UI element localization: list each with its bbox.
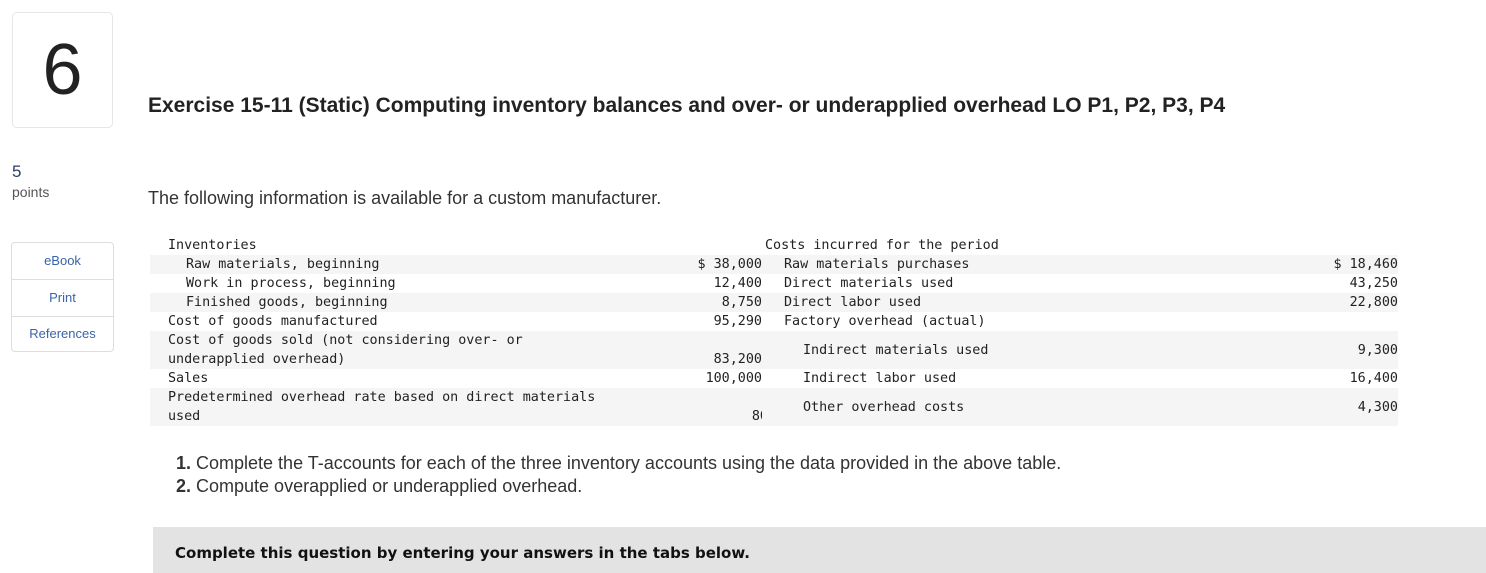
references-button[interactable]: References — [12, 317, 113, 351]
tools-panel: eBook Print References — [11, 242, 114, 352]
row-value: 9,300 — [1300, 331, 1398, 369]
inventories-header: Inventories — [168, 238, 257, 253]
answer-tabs-banner: Complete this question by entering your … — [153, 527, 1486, 573]
question-number: 6 — [12, 12, 113, 128]
row-value: 16,400 — [1349, 371, 1398, 386]
step-2: 2. Compute overapplied or underapplied o… — [176, 476, 583, 496]
row-label: Indirect labor used — [803, 371, 957, 386]
row-label: Indirect materials used — [762, 331, 1300, 369]
row-label: Raw materials, beginning — [150, 255, 650, 274]
print-button[interactable]: Print — [12, 280, 113, 317]
row-label: Cost of goods sold (not considering over… — [150, 331, 650, 369]
row-label: Work in process, beginning — [186, 276, 396, 291]
row-label: Sales — [168, 371, 209, 386]
costs-header: Costs incurred for the period — [765, 238, 999, 253]
exercise-title: Exercise 15-11 (Static) Computing invent… — [148, 94, 1226, 117]
row-value: 22,800 — [1300, 293, 1398, 312]
row-value — [1300, 312, 1398, 331]
row-value: 8,750 — [650, 293, 762, 312]
row-label: Finished goods, beginning — [150, 293, 650, 312]
intro-text: The following information is available f… — [148, 188, 662, 208]
row-value: 80% — [650, 388, 776, 426]
ebook-button[interactable]: eBook — [12, 243, 113, 280]
row-value: 83,200 — [650, 331, 762, 369]
row-label: Predetermined overhead rate based on dir… — [150, 388, 650, 426]
row-value: 43,250 — [1349, 276, 1398, 291]
row-label: Factory overhead (actual) — [784, 314, 986, 329]
row-value: $ 18,460 — [1300, 255, 1398, 274]
row-label: Direct labor used — [762, 293, 1300, 312]
points-value: 5 — [12, 162, 22, 181]
points-label: points — [12, 184, 50, 200]
row-value: 100,000 — [705, 371, 762, 386]
points: 5 points — [12, 162, 49, 200]
row-label: Other overhead costs — [762, 388, 1300, 426]
instructions-list: 1. Complete the T-accounts for each of t… — [176, 452, 1061, 498]
row-value: $ 38,000 — [650, 255, 762, 274]
step-1: 1. Complete the T-accounts for each of t… — [176, 453, 1062, 473]
row-label: Direct materials used — [784, 276, 954, 291]
instruction-text: Complete this question by entering your … — [175, 544, 750, 562]
row-label: Cost of goods manufactured — [168, 314, 378, 329]
data-table: Inventories Costs incurred for the perio… — [150, 236, 1398, 426]
row-label: Raw materials purchases — [762, 255, 1300, 274]
row-value: 4,300 — [1300, 388, 1398, 426]
row-value: 95,290 — [713, 314, 762, 329]
row-value: 12,400 — [713, 276, 762, 291]
